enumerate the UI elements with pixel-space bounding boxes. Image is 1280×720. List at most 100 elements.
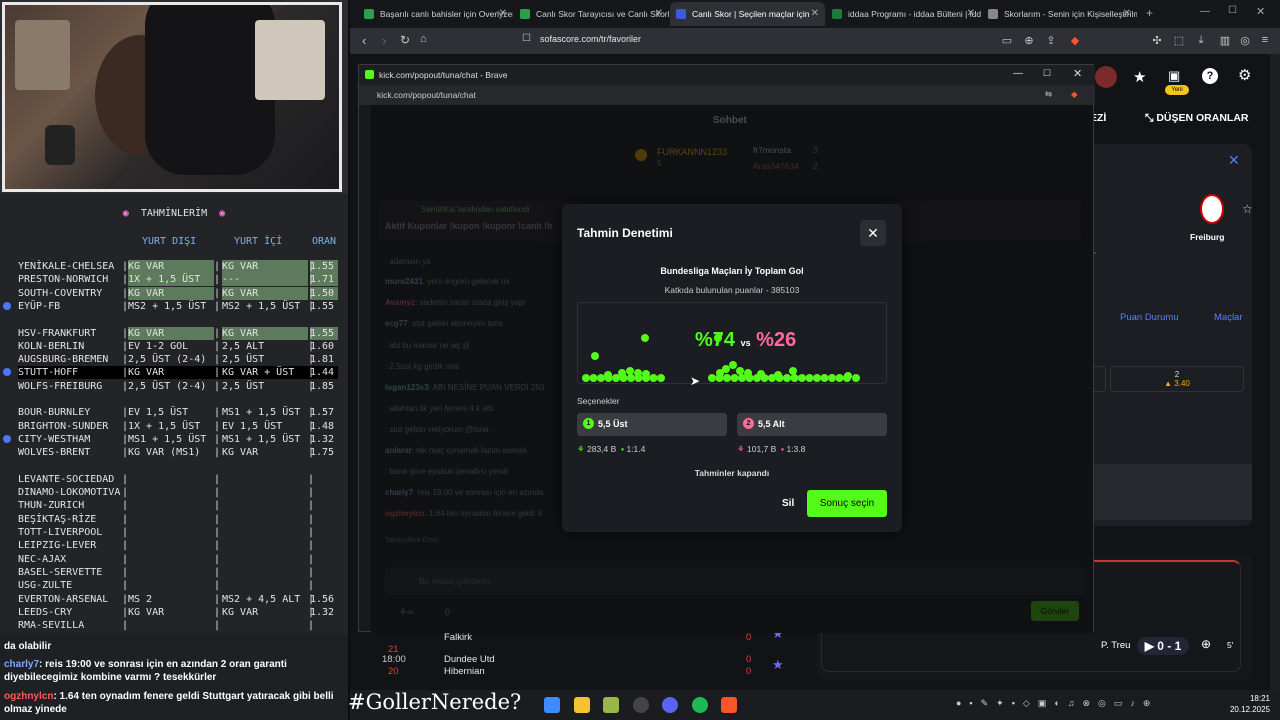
puzzle-icon[interactable]: ⬚ — [1172, 34, 1186, 48]
prediction-cell: KOLN-BERLIN — [18, 340, 85, 352]
help-icon[interactable]: ? — [1202, 68, 1218, 84]
column-separator: | — [308, 473, 315, 485]
column-separator: | — [122, 420, 129, 432]
prediction-cell — [128, 566, 214, 579]
vote-dot — [641, 334, 649, 342]
fav-star-icon[interactable]: ★ — [772, 657, 784, 673]
popout-url[interactable]: kick.com/popout/tuna/chat — [377, 90, 476, 100]
select-result-button[interactable]: Sonuç seçin — [807, 490, 887, 517]
avatar[interactable] — [1095, 66, 1117, 88]
prediction-cell: KG VAR — [128, 286, 214, 300]
chat-username: charly7 — [4, 659, 40, 670]
settings-icon[interactable]: ⚙ — [1238, 66, 1251, 84]
prediction-cell: 1.56 — [310, 593, 335, 605]
forward-icon[interactable]: › — [382, 33, 386, 48]
prediction-cell — [222, 539, 308, 552]
star-icon[interactable]: ★ — [1133, 68, 1146, 86]
maximize-button[interactable]: ☐ — [1228, 5, 1237, 16]
option-under-button[interactable]: 2 5,5 Alt — [737, 413, 887, 436]
tab-label: Skorlarım - Senin için Kişiselleştirilmi… — [1004, 9, 1137, 19]
url-field[interactable]: sofascore.com/tr/favoriler — [540, 34, 641, 44]
prediction-cell — [18, 313, 122, 326]
back-icon[interactable]: ‹ — [362, 33, 366, 48]
discord-icon[interactable] — [662, 697, 678, 713]
close-dialog-button[interactable]: ✕ — [860, 220, 886, 246]
vote-dot — [730, 374, 739, 382]
zoom-icon[interactable]: ⊕ — [1022, 34, 1036, 48]
notepad-icon[interactable] — [603, 697, 619, 713]
vote-dot — [722, 365, 730, 373]
browser-tab[interactable]: Skorlarım - Senin için Kişiselleştirilmi… — [982, 2, 1137, 26]
browser-tab[interactable]: Başarılı canlı bahisler için Overlyzer ✕ — [358, 2, 513, 26]
brave-icon[interactable] — [721, 697, 737, 713]
prediction-row: RMA-SEVILLA | | | — [18, 619, 338, 632]
column-separator: | — [122, 274, 129, 286]
tray-icons[interactable]: ●▪✎✦▪◇▣◐♫⊗◎▭♪⊕ — [956, 698, 1158, 709]
odds-button[interactable]: 2 ▲ 3.40 — [1110, 366, 1244, 392]
share-icon[interactable]: ⇪ — [1044, 34, 1058, 48]
system-clock[interactable]: 18:21 20.12.2025 — [1220, 693, 1270, 715]
menu-dropping-odds[interactable]: ⤡ DÜŞEN ORANLAR — [1145, 112, 1249, 125]
option-over-button[interactable]: 1 5,5 Üst — [577, 413, 727, 436]
close-tab-icon[interactable]: ✕ — [1123, 8, 1131, 19]
scrollbar[interactable] — [1270, 54, 1280, 690]
prediction-cell — [222, 619, 308, 632]
close-tab-icon[interactable]: ✕ — [655, 8, 663, 19]
sidebar-icon[interactable]: ▥ — [1218, 34, 1232, 48]
home-icon[interactable]: ⌂ — [420, 33, 427, 45]
new-tab-button[interactable]: + — [1146, 6, 1153, 20]
obs-icon[interactable] — [633, 697, 649, 713]
close-tab-icon[interactable]: ✕ — [499, 8, 507, 19]
prediction-cell: SOUTH-COVENTRY — [18, 287, 103, 299]
tv-icon[interactable]: ▣ — [1168, 68, 1180, 84]
prediction-cell: 2,5 ÜST — [222, 380, 265, 392]
file-explorer-icon[interactable] — [574, 697, 590, 713]
delete-button[interactable]: Sil — [782, 498, 794, 509]
close-popout-button[interactable]: ✕ — [1073, 67, 1082, 80]
bookmark-icon[interactable]: ☐ — [522, 33, 531, 44]
tab-standings[interactable]: Puan Durumu — [1120, 312, 1179, 323]
tab-matches[interactable]: Maçlar — [1214, 312, 1243, 323]
maximize-button[interactable]: ☐ — [1043, 68, 1051, 79]
translate-icon[interactable]: ⇆ — [1045, 89, 1052, 100]
prediction-cell — [128, 499, 214, 512]
menu-icon[interactable]: ≡ — [1258, 34, 1272, 48]
column-separator: | — [308, 340, 315, 352]
prediction-cell: 1.48 — [310, 420, 335, 432]
vs-label: vs — [740, 338, 751, 348]
download-icon[interactable]: ⤓ — [1194, 34, 1208, 48]
close-window-button[interactable]: ✕ — [1256, 5, 1265, 18]
close-tab-icon[interactable]: ✕ — [967, 8, 975, 19]
minimize-button[interactable]: — — [1200, 6, 1210, 17]
prediction-cell — [310, 460, 338, 473]
prediction-cell — [128, 619, 214, 632]
prediction-cell — [310, 553, 338, 566]
prediction-cell: KG VAR — [222, 606, 259, 618]
minimize-button[interactable]: — — [1013, 68, 1023, 79]
browser-tab[interactable]: Canlı Skor | Seçilen maçlar için ✕ — [670, 2, 825, 26]
spotify-icon[interactable] — [692, 697, 708, 713]
browser-tab[interactable]: Canlı Skor Tarayıcısı ve Canlı Skorlar ✕ — [514, 2, 669, 26]
column-separator: | — [308, 433, 315, 445]
prediction-cell: KG VAR — [222, 326, 308, 340]
extensions-icon[interactable]: ✣ — [1150, 34, 1164, 48]
reload-icon[interactable]: ↻ — [400, 33, 410, 47]
column-separator: | — [122, 580, 129, 592]
team-name: Freiburg — [1190, 232, 1225, 242]
cast-icon[interactable]: ▭ — [1000, 34, 1014, 48]
windows-start-icon[interactable] — [544, 697, 560, 713]
chat-text: : 1.64 ten oynadım fenere geldi Stuttgar… — [4, 691, 334, 715]
browser-tab[interactable]: iddaa Programı - iddaa Bülteni | iddaa ✕ — [826, 2, 981, 26]
column-separator: | — [214, 261, 221, 272]
close-tab-icon[interactable]: ✕ — [811, 8, 819, 19]
brave-shield-icon[interactable]: ◆ — [1071, 89, 1078, 100]
vpn-icon[interactable]: ◎ — [1238, 34, 1252, 48]
column-separator: | — [308, 420, 315, 432]
favorite-star-icon[interactable]: ☆ — [1242, 202, 1253, 216]
column-separator: | — [122, 287, 129, 299]
prediction-cell: EV 1,5 ÜST — [128, 407, 189, 419]
close-icon[interactable]: ✕ — [1228, 152, 1240, 169]
prediction-cell — [222, 393, 308, 406]
brave-shield-icon[interactable]: ◆ — [1068, 34, 1082, 48]
contributed-points: Katkıda bulunulan puanlar - 385103 — [664, 285, 800, 295]
